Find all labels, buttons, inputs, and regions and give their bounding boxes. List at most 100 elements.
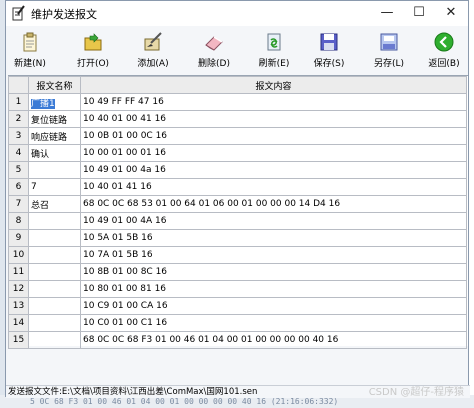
- save-button-label: 保存(S): [313, 59, 345, 69]
- message-grid: 报文名称 报文内容 1 广播1 10 49 FF FF 47 16 2 复位链路 10 4…: [8, 75, 468, 349]
- table-row[interactable]: 6 7 10 40 01 41 16: [8, 178, 467, 196]
- message-content-cell[interactable]: 10 C9 01 00 CA 16: [80, 297, 467, 315]
- add-button-label: 添加(A): [137, 59, 169, 69]
- table-row[interactable]: 10 10 7A 01 5B 16: [8, 246, 467, 264]
- table-header-row: 报文名称 报文内容: [8, 76, 467, 94]
- row-number-cell[interactable]: 15: [8, 331, 29, 349]
- table-row[interactable]: 2 复位链路 10 40 01 00 41 16: [8, 110, 467, 128]
- message-name-cell[interactable]: [28, 297, 81, 315]
- message-name-cell[interactable]: 复位链路: [28, 110, 81, 128]
- message-content-cell[interactable]: 10 40 01 41 16: [80, 178, 467, 196]
- background-log-text: 5 0C 68 F3 01 00 46 01 04 00 01 00 00 00…: [30, 397, 339, 406]
- toolbar: 新建(N) 打开(O) 添加(A) 删除(D) 刷新(E) 保存(S) 另存(L…: [6, 27, 468, 73]
- row-number-header: [8, 76, 29, 94]
- message-name-cell[interactable]: [28, 161, 81, 179]
- message-content-cell[interactable]: 10 49 FF FF 47 16: [80, 93, 467, 111]
- open-folder-icon: [84, 33, 102, 51]
- table-row[interactable]: 14 10 C0 01 00 C1 16: [8, 314, 467, 332]
- table-row[interactable]: 1 广播1 10 49 FF FF 47 16: [8, 93, 467, 111]
- maintain-messages-window: 维护发送报文 — ☐ ✕ 新建(N) 打开(O) 添加(A) 删除(D) 刷新(…: [5, 0, 470, 398]
- maximize-button[interactable]: ☐: [404, 3, 434, 23]
- message-content-cell[interactable]: 10 0B 01 00 0C 16: [80, 127, 467, 145]
- row-number-cell[interactable]: 8: [8, 212, 29, 230]
- column-header-name[interactable]: 报文名称: [28, 76, 81, 94]
- message-content-cell[interactable]: 10 49 01 00 4a 16: [80, 161, 467, 179]
- message-name-cell[interactable]: [28, 280, 81, 298]
- row-number-cell[interactable]: 11: [8, 263, 29, 281]
- row-number-cell[interactable]: 7: [8, 195, 29, 213]
- minimize-button[interactable]: —: [372, 3, 402, 23]
- row-number-cell[interactable]: 14: [8, 314, 29, 332]
- table-row[interactable]: 5 10 49 01 00 4a 16: [8, 161, 467, 179]
- table-row[interactable]: 8 10 49 01 00 4A 16: [8, 212, 467, 230]
- message-name-cell[interactable]: [28, 212, 81, 230]
- table-row[interactable]: 3 响应链路 10 0B 01 00 0C 16: [8, 127, 467, 145]
- message-content-cell[interactable]: 10 49 01 00 4A 16: [80, 212, 467, 230]
- message-content-cell[interactable]: 10 5A 01 5B 16: [80, 229, 467, 247]
- column-header-content[interactable]: 报文内容: [80, 76, 467, 94]
- message-content-cell[interactable]: 68 0C 0C 68 F3 01 00 46 01 04 00 01 00 0…: [80, 331, 467, 349]
- table-row[interactable]: 7 总召 68 0C 0C 68 53 01 00 64 01 06 00 01 0…: [8, 195, 467, 213]
- message-content-cell[interactable]: 10 8B 01 00 8C 16: [80, 263, 467, 281]
- new-button[interactable]: 新建(N): [8, 29, 52, 71]
- row-number-cell[interactable]: 12: [8, 280, 29, 298]
- open-button-label: 打开(O): [76, 59, 110, 69]
- add-button[interactable]: 添加(A): [131, 29, 175, 71]
- save-as-icon: [380, 33, 398, 51]
- save-button[interactable]: 保存(S): [307, 29, 351, 71]
- message-name-cell[interactable]: 确认: [28, 144, 81, 162]
- refresh-button[interactable]: 刷新(E): [252, 29, 296, 71]
- back-button[interactable]: 返回(B): [422, 29, 466, 71]
- message-content-cell[interactable]: 10 40 01 00 41 16: [80, 110, 467, 128]
- app-pen-icon: [12, 5, 25, 21]
- message-content-cell[interactable]: 68 0C 0C 68 53 01 00 64 01 06 00 01 00 0…: [80, 195, 467, 213]
- message-name-cell[interactable]: 广播1: [28, 93, 81, 111]
- message-content-cell[interactable]: 10 80 01 00 81 16: [80, 280, 467, 298]
- message-name-cell[interactable]: 响应链路: [28, 127, 81, 145]
- refresh-button-label: 刷新(E): [258, 59, 290, 69]
- table-row[interactable]: 12 10 80 01 00 81 16: [8, 280, 467, 298]
- message-name-cell[interactable]: 总召: [28, 195, 81, 213]
- message-name-cell[interactable]: [28, 246, 81, 264]
- message-content-cell[interactable]: 10 C0 01 00 C1 16: [80, 314, 467, 332]
- back-arrow-icon: [434, 32, 454, 52]
- row-number-cell[interactable]: 13: [8, 297, 29, 315]
- message-content-cell[interactable]: 10 7A 01 5B 16: [80, 246, 467, 264]
- table-body: 1 广播1 10 49 FF FF 47 16 2 复位链路 10 40 01 00 41…: [8, 93, 467, 349]
- open-button[interactable]: 打开(O): [71, 29, 115, 71]
- message-name-cell[interactable]: [28, 263, 81, 281]
- row-number-cell[interactable]: 4: [8, 144, 29, 162]
- save-as-button[interactable]: 另存(L): [367, 29, 411, 71]
- row-number-cell[interactable]: 9: [8, 229, 29, 247]
- delete-button-label: 删除(D): [198, 59, 230, 69]
- message-name-cell[interactable]: [28, 314, 81, 332]
- close-button[interactable]: ✕: [436, 3, 466, 23]
- message-content-cell[interactable]: 10 00 01 00 01 16: [80, 144, 467, 162]
- table-row[interactable]: 11 10 8B 01 00 8C 16: [8, 263, 467, 281]
- save-as-button-label: 另存(L): [373, 59, 405, 69]
- message-name-cell[interactable]: [28, 331, 81, 349]
- row-number-cell[interactable]: 3: [8, 127, 29, 145]
- table-row[interactable]: 13 10 C9 01 00 CA 16: [8, 297, 467, 315]
- watermark: CSDN @超仔-程序猿: [368, 387, 464, 398]
- message-name-cell[interactable]: 7: [28, 178, 81, 196]
- row-number-cell[interactable]: 5: [8, 161, 29, 179]
- eraser-icon: [205, 36, 223, 51]
- row-number-cell[interactable]: 2: [8, 110, 29, 128]
- new-button-label: 新建(N): [14, 59, 46, 69]
- row-number-cell[interactable]: 1: [8, 93, 29, 111]
- back-button-label: 返回(B): [428, 59, 460, 69]
- refresh-icon: [267, 33, 281, 51]
- selected-name-text[interactable]: 广播1: [31, 98, 55, 109]
- add-icon: [144, 32, 162, 51]
- delete-button[interactable]: 删除(D): [192, 29, 236, 71]
- table-row[interactable]: 9 10 5A 01 5B 16: [8, 229, 467, 247]
- message-name-cell[interactable]: [28, 229, 81, 247]
- table-row[interactable]: 4 确认 10 00 01 00 01 16: [8, 144, 467, 162]
- table-row[interactable]: 15 68 0C 0C 68 F3 01 00 46 01 04 00 01 00…: [8, 331, 467, 349]
- window-title: 维护发送报文: [31, 8, 97, 21]
- row-number-cell[interactable]: 10: [8, 246, 29, 264]
- row-number-cell[interactable]: 6: [8, 178, 29, 196]
- floppy-disk-icon: [320, 33, 338, 51]
- title-bar: 维护发送报文 — ☐ ✕: [6, 1, 468, 26]
